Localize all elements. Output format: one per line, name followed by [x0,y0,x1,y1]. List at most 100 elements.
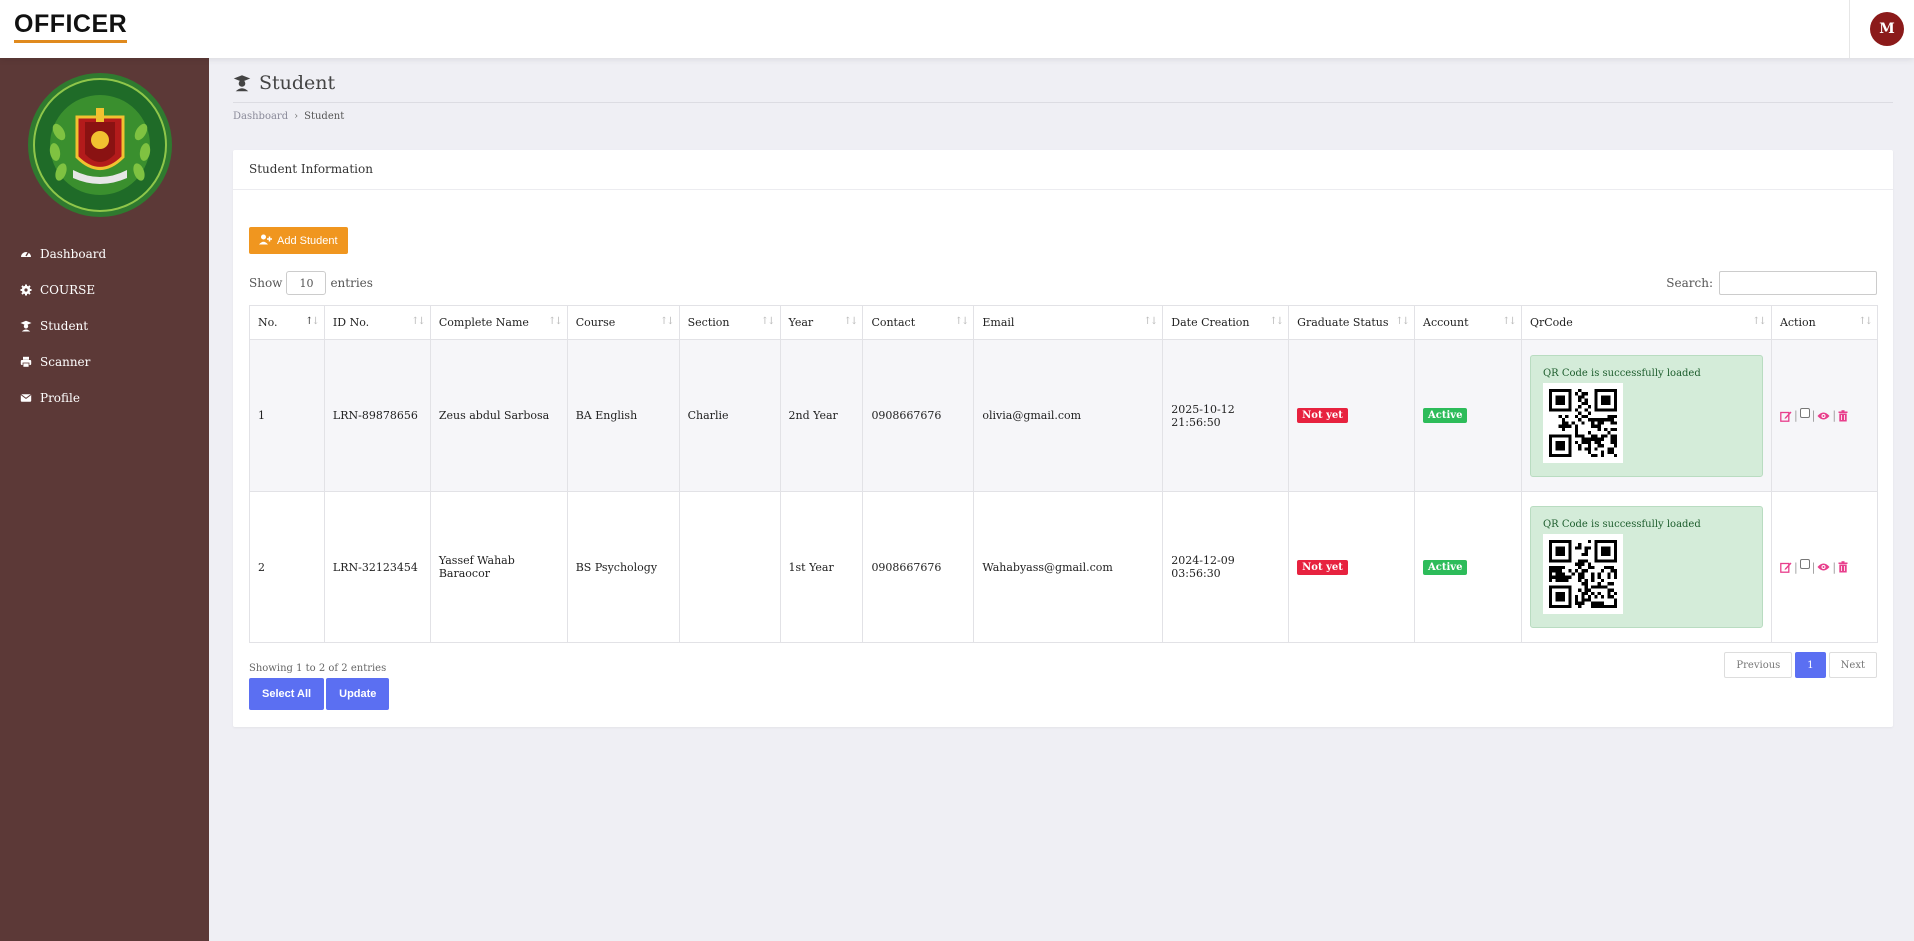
column-header[interactable]: Section ↑↓ [678,305,781,340]
column-header[interactable]: Year ↑↓ [779,305,864,340]
cell-course: BS Psychology [566,491,680,643]
cell-grad-status: Not yet [1288,339,1416,492]
sort-icon: ↑↓ [1395,316,1410,327]
sidebar-nav: Dashboard COURSE Student Scanner Profile [0,236,209,416]
student-table: No. ↑↓ ID No. ↑↓ Complete Name ↑↓ Course ↑↓ … [249,305,1879,643]
cell-actions: | | | [1770,491,1879,643]
cell-grad-status: Not yet [1288,491,1416,643]
cell-year: 1st Year [779,491,864,643]
header-divider [233,102,1893,103]
search-input[interactable] [1719,271,1877,295]
action-divider: | [1832,409,1837,422]
printer-icon [20,356,32,368]
cell-no: 2 [249,491,325,643]
eye-icon[interactable] [1817,562,1830,572]
next-button[interactable]: Next [1828,652,1877,678]
column-header[interactable]: ID No. ↑↓ [323,305,431,340]
trash-icon[interactable] [1838,409,1848,422]
row-select-checkbox[interactable] [1799,559,1810,569]
edit-icon[interactable] [1780,410,1792,422]
sort-icon: ↑↓ [1858,316,1873,327]
gear-icon [20,284,32,296]
column-header[interactable]: Course ↑↓ [566,305,680,340]
row-actions: | | | [1780,407,1869,422]
sidebar-item-label: Scanner [40,355,91,369]
cell-id: LRN-32123454 [323,491,431,643]
action-divider: | [1832,560,1837,574]
action-divider: | [1811,560,1816,574]
previous-button[interactable]: Previous [1724,652,1793,678]
breadcrumb-dashboard[interactable]: Dashboard [233,111,288,122]
row-select-checkbox[interactable] [1799,407,1810,418]
search-label: Search: [1666,276,1713,290]
sidebar-item-course[interactable]: COURSE [0,272,209,308]
action-divider: | [1793,409,1798,422]
user-avatar[interactable]: M [1870,12,1904,46]
qr-alert: QR Code is successfully loaded [1529,354,1763,477]
sidebar: Dashboard COURSE Student Scanner Profile [0,58,209,941]
sort-icon: ↑↓ [954,316,970,327]
page-1-button[interactable]: 1 [1795,652,1826,678]
action-divider: | [1811,409,1816,422]
cell-contact: 0908667676 [862,339,975,492]
user-plus-icon [259,234,272,248]
column-header[interactable]: Email ↑↓ [973,305,1164,340]
page-title: Student [259,72,336,94]
cell-year: 2nd Year [779,339,864,492]
sidebar-item-label: Dashboard [40,247,107,261]
edit-icon[interactable] [1780,561,1792,573]
graduate-status-badge: Not yet [1297,408,1348,423]
sort-icon: ↑↓ [547,316,563,327]
sidebar-item-label: Profile [40,391,80,405]
trash-icon[interactable] [1838,561,1848,573]
column-header[interactable]: Account ↑↓ [1414,305,1522,340]
column-header[interactable]: Action ↑↓ [1770,305,1879,340]
cell-section: Charlie [678,339,781,492]
cell-id: LRN-89878656 [323,339,431,492]
eye-icon[interactable] [1817,411,1830,421]
sort-icon: ↑↓ [843,316,859,327]
top-divider [1849,0,1850,58]
main-content: Student Dashboard › Student Student Info… [209,58,1914,941]
sidebar-item-label: COURSE [40,283,96,297]
sidebar-item-scanner[interactable]: Scanner [0,344,209,380]
cell-no: 1 [249,339,325,492]
cell-actions: | | | [1770,339,1879,492]
account-status-badge: Active [1423,559,1468,575]
bulk-actions: Select All Update [249,678,390,710]
column-header[interactable]: QrCode ↑↓ [1520,305,1772,340]
column-header[interactable]: Complete Name ↑↓ [429,305,568,340]
card-title: Student Information [233,150,1893,190]
add-student-button[interactable]: Add Student [249,227,348,254]
cell-qrcode: QR Code is successfully loaded [1520,339,1772,492]
column-header[interactable]: Date Creation ↑↓ [1162,305,1290,340]
add-student-label: Add Student [277,234,338,247]
table-info: Showing 1 to 2 of 2 entries [249,663,387,674]
sidebar-item-student[interactable]: Student [0,308,209,344]
update-button[interactable]: Update [326,678,390,710]
entries-label: entries [330,276,373,290]
cell-name: Zeus abdul Sarbosa [429,339,568,492]
qr-message: QR Code is successfully loaded [1542,367,1701,379]
cell-account: Active [1414,491,1522,643]
entries-control: Show 10 entries [249,271,373,295]
sidebar-item-dashboard[interactable]: Dashboard [0,236,209,272]
graduate-status-badge: Not yet [1297,559,1348,575]
column-header[interactable]: Contact ↑↓ [862,305,975,340]
brand-title: OFFICER [14,10,128,43]
cell-email: olivia@gmail.com [973,339,1164,492]
breadcrumb: Dashboard › Student [233,111,344,122]
select-all-button[interactable]: Select All [249,678,325,710]
chevron-right-icon: › [294,111,299,122]
sort-icon: ↑↓ [411,316,426,327]
cell-account: Active [1414,339,1522,492]
sort-icon: ↑↓ [659,316,675,327]
entries-select[interactable]: 10 [286,271,327,295]
column-header[interactable]: No. ↑↓ [249,305,325,340]
table-header-row: No. ↑↓ ID No. ↑↓ Complete Name ↑↓ Course ↑↓ … [249,305,1879,340]
school-seal-logo [28,73,172,217]
cell-section [678,491,781,643]
column-header[interactable]: Graduate Status ↑↓ [1288,305,1416,340]
sidebar-item-profile[interactable]: Profile [0,380,209,416]
qr-alert: QR Code is successfully loaded [1529,506,1763,628]
